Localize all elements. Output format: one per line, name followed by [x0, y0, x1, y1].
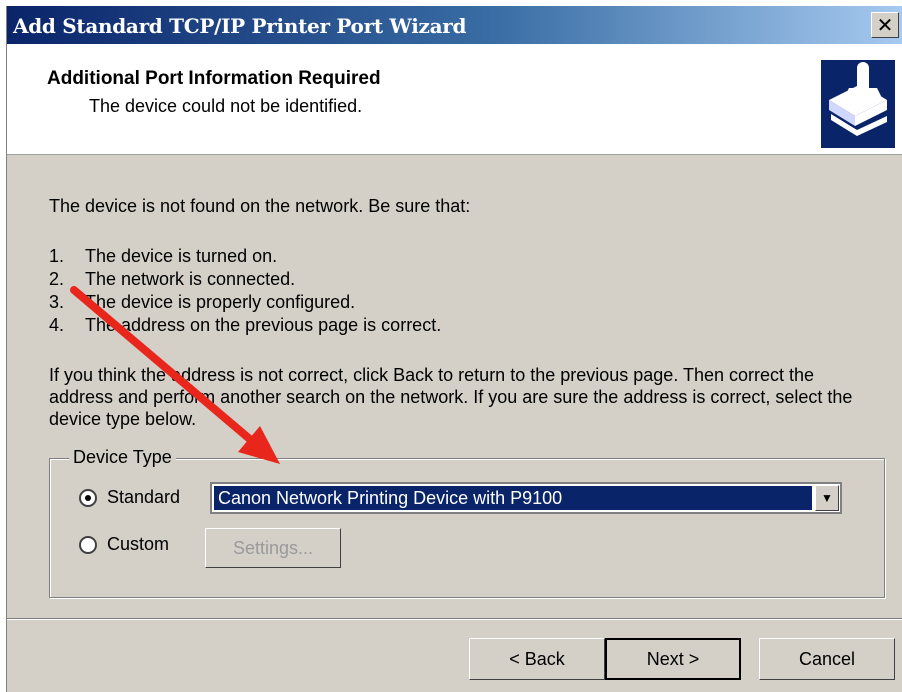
annotation-arrow — [70, 286, 280, 464]
